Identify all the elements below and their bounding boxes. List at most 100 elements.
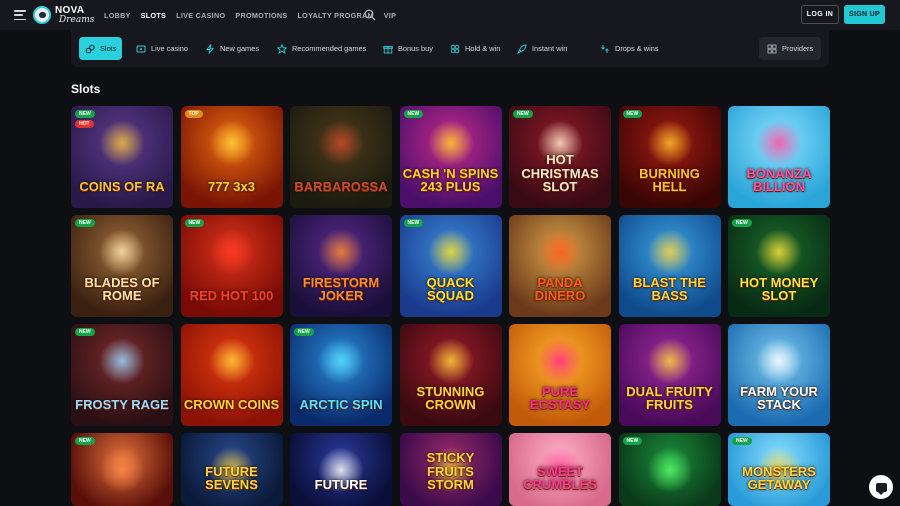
game-artwork [318, 120, 364, 166]
game-title: STICKY FRUITS STORM [426, 450, 475, 493]
game-tile[interactable]: BONANZA BILLION [728, 106, 830, 208]
game-artwork [646, 338, 693, 384]
tv-icon [136, 45, 146, 52]
game-tile[interactable]: NEW CASH 'N SPINS 243 PLUS [399, 106, 502, 208]
game-tag-new: NEW [732, 437, 752, 445]
game-artwork [99, 447, 145, 493]
game-tag-new: NEW [75, 110, 95, 118]
game-artwork [99, 120, 145, 166]
category-live-casino[interactable]: Live casino [130, 37, 194, 60]
game-title: STUNNING CROWN [416, 383, 485, 413]
chat-icon [875, 482, 887, 495]
category-label: New games [220, 44, 260, 53]
game-tile[interactable]: FIRESTORM JOKER [290, 215, 392, 317]
category-bonus-buy[interactable]: Bonus buy [377, 37, 439, 60]
game-tile[interactable]: DUAL FRUITY FRUITS [618, 324, 721, 426]
game-tile[interactable]: TOP 777 3x3 [180, 106, 283, 208]
brand-logo[interactable]: NOVA Dreams [33, 4, 94, 26]
game-tile[interactable]: NEW MONSTERS GETAWAY [728, 433, 830, 506]
hold-win-icon [450, 44, 460, 53]
game-artwork [99, 338, 145, 384]
game-title: ARCTIC SPIN [299, 397, 383, 413]
game-title: COINS OF RA [79, 179, 165, 195]
game-title: FROSTY RAGE [75, 397, 169, 413]
nav-slots[interactable]: SLOTS [141, 11, 166, 20]
gift-icon [383, 45, 393, 53]
game-tag-new: NEW [732, 219, 752, 227]
game-tag-new: NEW [184, 219, 205, 227]
category-label: Slots [100, 44, 117, 53]
rocket-icon [517, 44, 527, 54]
category-instant-win[interactable]: Instant win [511, 37, 573, 60]
game-tile[interactable]: FUTURE [290, 433, 392, 506]
game-tile[interactable]: NEW [618, 433, 721, 506]
game-tile[interactable]: CROWN COINS [180, 324, 283, 426]
game-tile[interactable]: NEW HOT CHRISTMAS SLOT [509, 106, 611, 208]
game-tile[interactable]: NEW FROSTY RAGE [71, 324, 173, 426]
game-artwork [208, 120, 255, 166]
game-artwork [646, 120, 693, 166]
game-artwork [427, 229, 474, 275]
game-title: MONSTERS GETAWAY [742, 463, 816, 493]
game-tag-new: NEW [403, 219, 424, 227]
game-tile[interactable]: NEW QUACK SQUAD [399, 215, 502, 317]
nav-loyalty-program[interactable]: LOYALTY PROGRAM [297, 11, 373, 20]
login-button[interactable]: LOG IN [801, 5, 839, 24]
game-tile[interactable]: NEW [71, 433, 173, 506]
category-label: Drops & wins [615, 44, 659, 53]
game-tile[interactable]: FUTURE SEVENS [180, 433, 283, 506]
game-title: RED HOT 100 [189, 288, 274, 304]
game-tile[interactable]: PANDA DINERO [509, 215, 611, 317]
game-tile[interactable]: STICKY FRUITS STORM [399, 433, 502, 506]
game-title: SWEET CRUMBLES [523, 463, 597, 493]
category-new-games[interactable]: New games [199, 37, 265, 60]
nav-promotions[interactable]: PROMOTIONS [235, 11, 287, 20]
game-tile[interactable]: BARBAROSSA [290, 106, 392, 208]
game-title: FIRESTORM JOKER [302, 274, 380, 304]
astronaut-logo-icon [33, 6, 51, 24]
game-title: CASH 'N SPINS 243 PLUS [402, 165, 499, 195]
game-tile[interactable]: SWEET CRUMBLES [509, 433, 611, 506]
game-tile[interactable]: NEW BLADES OF ROME [71, 215, 173, 317]
game-title: DUAL FRUITY FRUITS [626, 383, 713, 413]
main-nav: LOBBY SLOTS LIVE CASINO PROMOTIONS LOYAL… [104, 0, 396, 30]
game-tag-new: NEW [622, 110, 643, 118]
game-title: FUTURE [314, 477, 368, 493]
game-tile[interactable]: NEW RED HOT 100 [180, 215, 283, 317]
hamburger-menu-icon[interactable] [14, 10, 26, 20]
game-tile[interactable]: NEW HOT COINS OF RA [71, 106, 173, 208]
game-artwork [537, 338, 583, 384]
game-tile[interactable]: NEW ARCTIC SPIN [290, 324, 392, 426]
category-hold-win[interactable]: Hold & win [444, 37, 506, 60]
category-label: Hold & win [465, 44, 501, 53]
game-artwork [427, 120, 474, 166]
game-badge-hot: HOT [75, 120, 94, 128]
game-tile[interactable]: BLAST THE BASS [618, 215, 721, 317]
game-tile[interactable]: PURE ECSTASY [509, 324, 611, 426]
game-tile[interactable]: NEW BURNING HELL [618, 106, 721, 208]
game-artwork [646, 229, 693, 275]
providers-button[interactable]: Providers [759, 37, 822, 60]
category-label: Instant win [532, 44, 568, 53]
nav-lobby[interactable]: LOBBY [104, 11, 131, 20]
category-label: Recommended games [292, 44, 367, 53]
game-tile[interactable]: NEW HOT MONEY SLOT [728, 215, 830, 317]
game-tile[interactable]: FARM YOUR STACK [728, 324, 830, 426]
game-tag-top: TOP [184, 110, 203, 118]
game-title: HOT MONEY SLOT [739, 274, 819, 304]
game-title: QUACK SQUAD [426, 274, 475, 304]
category-bar: Slots Live casino New games Recommended … [71, 30, 829, 67]
nav-live-casino[interactable]: LIVE CASINO [176, 11, 225, 20]
game-title: CROWN COINS [183, 397, 280, 413]
game-title: FARM YOUR STACK [740, 383, 818, 413]
category-recommended-games[interactable]: Recommended games [271, 37, 372, 60]
game-tile[interactable]: STUNNING CROWN [399, 324, 502, 426]
category-drops-wins[interactable]: Drops & wins [594, 37, 665, 60]
nav-vip[interactable]: VIP [384, 11, 397, 20]
signup-button[interactable]: SIGN UP [844, 5, 885, 24]
game-artwork [756, 120, 802, 166]
live-chat-button[interactable] [869, 475, 893, 499]
category-slots[interactable]: Slots [79, 37, 123, 60]
grid-icon [767, 44, 777, 53]
search-icon[interactable] [364, 9, 376, 21]
